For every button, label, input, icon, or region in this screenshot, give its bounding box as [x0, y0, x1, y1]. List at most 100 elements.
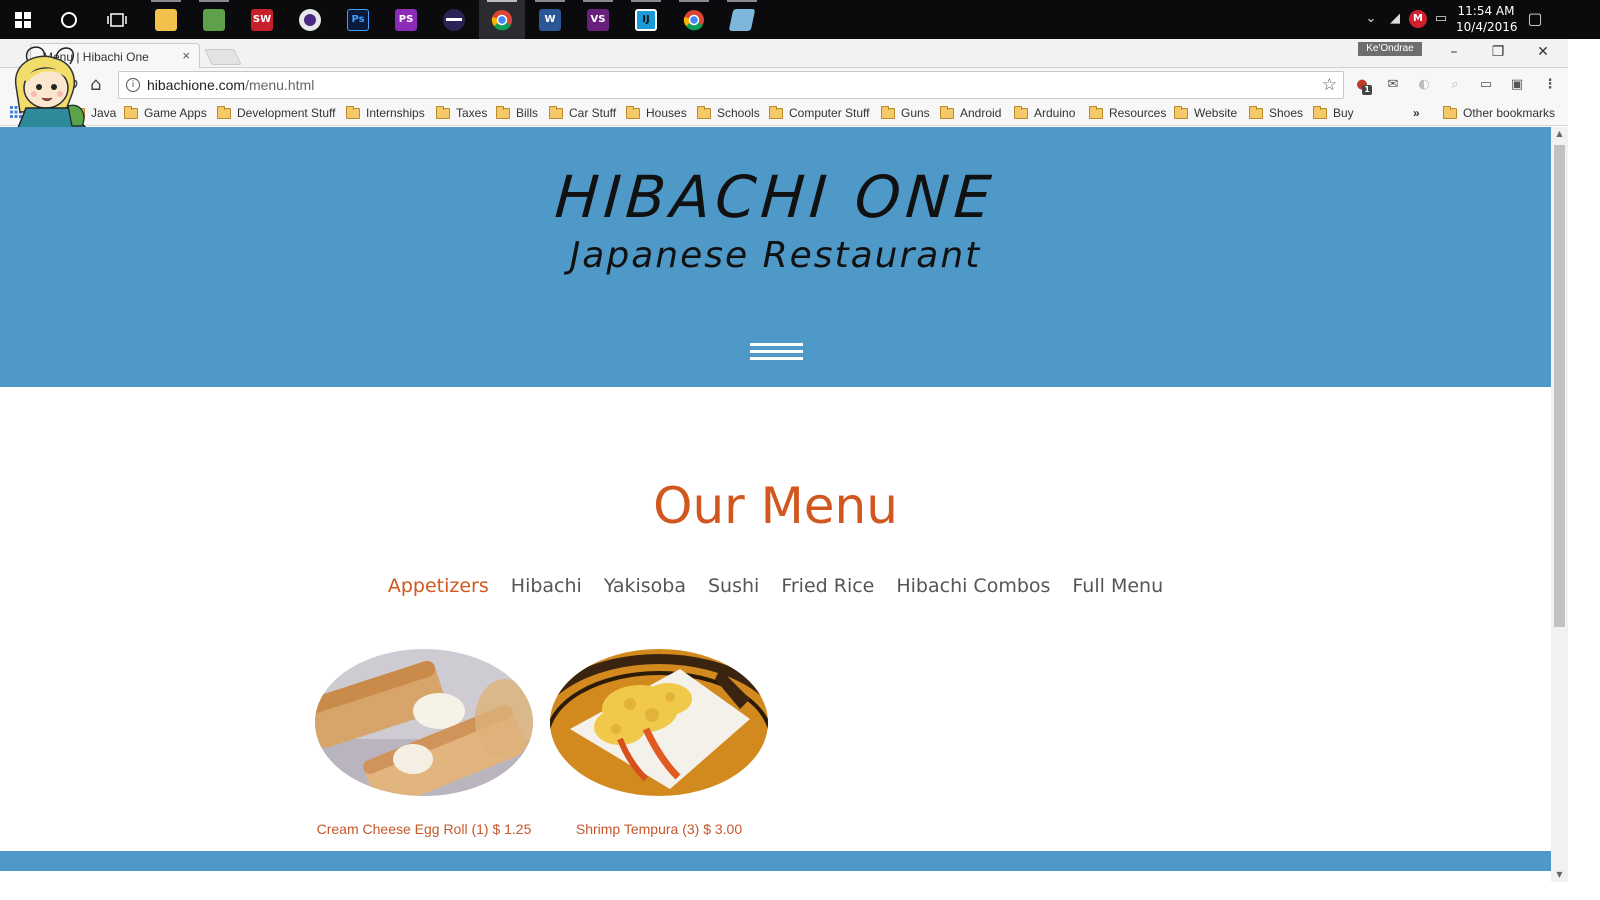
menu-item-caption[interactable]: Cream Cheese Egg Roll (1) $ 1.25 [295, 821, 553, 837]
reload-icon[interactable]: ↻ [64, 74, 79, 95]
extension-badge: 1 [1362, 85, 1372, 95]
footer-band [0, 851, 1551, 871]
bookmark-folder[interactable]: Buy [1313, 105, 1354, 120]
folder-icon [1014, 105, 1028, 119]
menu-item-caption[interactable]: Shrimp Tempura (3) $ 3.00 [530, 821, 788, 837]
bookmark-folder[interactable]: Bills [496, 105, 539, 120]
bookmark-folder[interactable]: Arduino [1014, 105, 1075, 120]
site-title[interactable]: HIBACHI ONE [0, 163, 1551, 231]
bookmark-folder[interactable]: Taxes [436, 105, 488, 120]
photoshop-icon[interactable]: Ps [335, 0, 381, 39]
bookmark-folder[interactable]: Shoes [1249, 105, 1304, 120]
minimize-icon[interactable]: – [1434, 42, 1474, 62]
url-host: hibachione.com [147, 77, 246, 93]
adblock-extension-icon[interactable]: ●1 [1353, 76, 1372, 95]
bookmarks-overflow-icon[interactable]: » [1413, 106, 1420, 120]
mail-extension-icon[interactable]: ✉ [1384, 76, 1402, 94]
wifi-icon[interactable]: ◢ [1386, 10, 1404, 28]
other-bookmarks-folder[interactable]: Other bookmarks [1443, 105, 1555, 120]
bookmark-folder[interactable]: Android [940, 105, 1001, 120]
tab-sushi[interactable]: Sushi [708, 575, 759, 597]
tab-appetizers[interactable]: Appetizers [388, 575, 489, 597]
menu-item-card[interactable]: Shrimp Tempura (3) $ 3.00 [550, 649, 768, 837]
site-subtitle: Japanese Restaurant [569, 235, 982, 276]
hamburger-menu-icon[interactable] [750, 343, 803, 361]
bookmark-folder[interactable]: Java [71, 105, 117, 120]
notepad-icon[interactable] [719, 0, 765, 39]
extension-box-icon[interactable]: ▣ [1508, 76, 1526, 94]
tab-hibachi-combos[interactable]: Hibachi Combos [896, 575, 1050, 597]
restore-icon[interactable]: ❐ [1478, 42, 1518, 62]
url-path: /menu.html [245, 77, 315, 93]
tab-full-menu[interactable]: Full Menu [1072, 575, 1163, 597]
clock-time: 11:54 AM [1457, 4, 1515, 18]
site-info-icon[interactable]: i [126, 78, 140, 92]
bookmark-folder[interactable]: Houses [626, 105, 687, 120]
egg-roll-photo[interactable] [315, 649, 533, 796]
word-icon[interactable]: W [527, 0, 573, 39]
action-center-icon[interactable]: ▢ [1526, 10, 1544, 28]
eclipse-icon[interactable] [431, 0, 477, 39]
tab-yakisoba[interactable]: Yakisoba [604, 575, 686, 597]
bookmark-label: Shoes [1269, 106, 1304, 120]
bookmark-label: Java [91, 106, 117, 120]
chrome-menu-icon[interactable]: ⋮ [1541, 76, 1559, 94]
bookmark-folder[interactable]: Computer Stuff [769, 105, 869, 120]
profile-name-badge[interactable]: Ke'Ondrae [1358, 42, 1422, 56]
bookmark-folder[interactable]: Schools [697, 105, 760, 120]
shrimp-tempura-photo[interactable] [550, 649, 768, 796]
home-icon[interactable]: ⌂ [90, 74, 101, 95]
address-bar[interactable]: i hibachione.com/menu.html ☆ [118, 71, 1344, 99]
menu-item-card[interactable]: Cream Cheese Egg Roll (1) $ 1.25 [315, 649, 533, 837]
page-scrollbar[interactable]: ▲ ▼ [1551, 127, 1568, 882]
tab-hibachi[interactable]: Hibachi [511, 575, 582, 597]
chrome-alt-icon[interactable] [671, 0, 717, 39]
new-tab-button[interactable] [204, 49, 242, 65]
bookmark-label: Schools [717, 106, 760, 120]
task-view-icon[interactable] [94, 0, 140, 39]
folder-icon [1443, 105, 1457, 119]
app-purple-icon[interactable] [287, 0, 333, 39]
antivirus-icon[interactable]: M [1409, 10, 1427, 28]
search-extension-icon[interactable]: ⌕ [1446, 76, 1464, 94]
bookmarks-bar: Java Game Apps Development Stuff Interns… [0, 102, 1568, 126]
bookmark-folder[interactable]: Resources [1089, 105, 1166, 120]
cast-icon[interactable]: ▭ [1477, 76, 1495, 94]
battery-icon[interactable]: ▭ [1432, 10, 1450, 28]
bookmark-label: Bills [516, 106, 539, 120]
bookmark-folder[interactable]: Internships [346, 105, 425, 120]
menu-category-tabs: Appetizers Hibachi Yakisoba Sushi Fried … [0, 575, 1551, 597]
solidworks-icon[interactable]: SW [239, 0, 285, 39]
folder-icon [626, 105, 640, 119]
scroll-thumb[interactable] [1554, 145, 1565, 627]
scroll-down-icon[interactable]: ▼ [1551, 868, 1568, 882]
phpstorm-icon[interactable]: PS [383, 0, 429, 39]
extension-grey-icon[interactable]: ◐ [1415, 76, 1433, 94]
apps-grid-icon[interactable] [10, 106, 22, 118]
bookmark-label: Car Stuff [569, 106, 617, 120]
tab-close-icon[interactable]: × [182, 48, 190, 63]
bookmark-folder[interactable]: Guns [881, 105, 930, 120]
bookmark-folder[interactable]: Development Stuff [217, 105, 336, 120]
chrome-icon[interactable] [479, 0, 525, 39]
scroll-up-icon[interactable]: ▲ [1551, 127, 1568, 141]
tray-chevron-icon[interactable]: ⌄ [1362, 10, 1380, 28]
folder-icon [124, 105, 138, 119]
bookmark-folder[interactable]: Game Apps [124, 105, 207, 120]
bookmark-folder[interactable]: Car Stuff [549, 105, 617, 120]
excel-icon[interactable] [191, 0, 237, 39]
tab-active[interactable]: Menu | Hibachi One × [30, 43, 200, 69]
close-window-icon[interactable]: ✕ [1523, 42, 1563, 62]
bookmark-star-icon[interactable]: ☆ [1322, 75, 1337, 95]
bookmark-folder[interactable]: Website [1174, 105, 1237, 120]
folder-icon [697, 105, 711, 119]
windows-start-icon[interactable] [0, 0, 46, 39]
bookmark-label: Houses [646, 106, 687, 120]
tab-fried-rice[interactable]: Fried Rice [781, 575, 874, 597]
bookmark-label: Taxes [456, 106, 488, 120]
visual-studio-icon[interactable]: VS [575, 0, 621, 39]
cortana-search-icon[interactable] [46, 0, 92, 39]
intellij-icon[interactable]: IJ [623, 0, 669, 39]
file-explorer-icon[interactable] [143, 0, 189, 39]
system-clock[interactable]: 11:54 AM 10/4/2016 [1456, 3, 1518, 35]
